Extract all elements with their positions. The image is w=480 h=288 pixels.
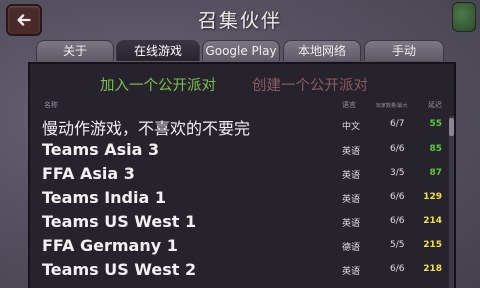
- server-ping: 85: [429, 144, 442, 154]
- table-row[interactable]: Teams India 1 英语 6/6 129: [30, 187, 454, 211]
- column-header-players[interactable]: 玩家数量/最大: [376, 102, 408, 109]
- server-name: FFA Germany 1: [42, 236, 178, 255]
- server-name: Teams Asia 3: [42, 140, 160, 159]
- server-language: 德语: [342, 243, 361, 253]
- join-public-party-link[interactable]: 加入一个公开派对: [100, 74, 216, 95]
- server-name: 慢动作游戏，不喜欢的不要完: [42, 119, 251, 138]
- server-language: 英语: [342, 267, 361, 277]
- tab-local-network[interactable]: 本地网络: [283, 40, 361, 61]
- page-title: 召集伙伴: [197, 10, 282, 32]
- server-ping: 87: [429, 168, 442, 178]
- table-row[interactable]: FFA Asia 3 英语 3/5 87: [30, 163, 454, 187]
- table-row[interactable]: FFA Germany 1 德语 5/5 215: [30, 235, 454, 259]
- create-public-party-link[interactable]: 创建一个公开派对: [252, 74, 368, 95]
- server-ping: 214: [423, 216, 442, 226]
- server-name: Teams India 1: [42, 188, 166, 207]
- server-players: 6/6: [390, 216, 405, 226]
- table-row[interactable]: 慢动作游戏，不喜欢的不要完 中文 6/7 55: [30, 114, 454, 138]
- server-language: 英语: [342, 195, 361, 205]
- tab-about[interactable]: 关于: [36, 40, 114, 61]
- scrollbar[interactable]: [449, 116, 454, 288]
- server-ping: 218: [423, 264, 442, 274]
- server-ping: 215: [423, 240, 442, 250]
- table-row[interactable]: Teams US West 1 英语 6/6 214: [30, 211, 454, 235]
- server-language: 英语: [342, 219, 361, 229]
- server-language: 英语: [342, 147, 361, 157]
- tab-manual[interactable]: 手动: [364, 40, 444, 61]
- party-actions: 加入一个公开派对 创建一个公开派对: [30, 74, 454, 96]
- server-browser-panel: 加入一个公开派对 创建一个公开派对 名称 语言 玩家数量/最大 延迟 慢动作游戏…: [28, 62, 456, 288]
- server-players: 5/5: [390, 240, 405, 250]
- server-players: 6/6: [390, 192, 405, 202]
- column-header-name[interactable]: 名称: [44, 100, 58, 110]
- server-list[interactable]: 慢动作游戏，不喜欢的不要完 中文 6/7 55 Teams Asia 3 英语 …: [30, 114, 454, 288]
- column-header-language[interactable]: 语言: [342, 100, 356, 110]
- server-players: 3/5: [390, 168, 405, 178]
- scrollbar-thumb[interactable]: [449, 118, 454, 136]
- column-header-ping[interactable]: 延迟: [428, 100, 442, 110]
- table-header: 名称 语言 玩家数量/最大 延迟: [30, 100, 454, 112]
- table-row[interactable]: Teams US West 2 英语 6/6 218: [30, 259, 454, 283]
- server-name: Teams US West 1: [42, 212, 197, 231]
- tab-online[interactable]: 在线游戏: [116, 40, 200, 61]
- server-language: 英语: [342, 171, 361, 181]
- tab-bar: 关于 在线游戏 Google Play 本地网络 手动: [0, 40, 480, 62]
- server-language: 中文: [342, 122, 361, 132]
- tab-google-play[interactable]: Google Play: [202, 40, 280, 61]
- server-ping: 55: [429, 119, 442, 129]
- server-name: FFA Asia 3: [42, 164, 135, 183]
- server-players: 6/6: [390, 264, 405, 274]
- server-ping: 129: [423, 192, 442, 202]
- server-players: 6/6: [390, 144, 405, 154]
- server-name: Teams US West 2: [42, 260, 197, 279]
- table-row[interactable]: Teams Asia 3 英语 6/6 85: [30, 139, 454, 163]
- server-players: 6/7: [390, 119, 405, 129]
- game-logo-icon[interactable]: [452, 2, 476, 32]
